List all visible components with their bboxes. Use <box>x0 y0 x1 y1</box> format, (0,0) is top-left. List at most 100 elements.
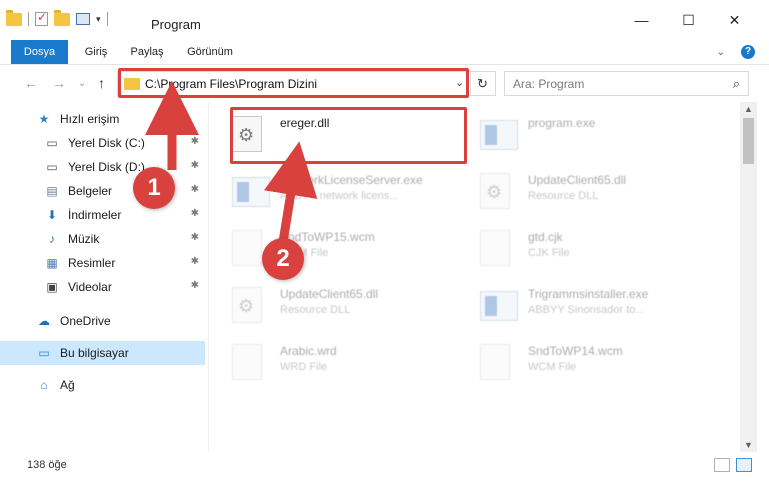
quick-access-toolbar: ▾ <box>6 9 108 26</box>
divider <box>28 12 29 26</box>
computer-icon: ▭ <box>38 346 50 360</box>
file-type: Resource DLL <box>528 190 599 202</box>
sidebar-item[interactable]: ▭ Bu bilgisayar <box>0 341 205 365</box>
sidebar-item[interactable]: ☁ OneDrive <box>0 309 205 333</box>
sidebar-item[interactable]: ▦ Resimler ✱ <box>0 251 205 275</box>
sidebar-item-label: Belgeler <box>68 184 113 198</box>
drive-icon: ▭ <box>46 136 58 150</box>
video-icon: ▣ <box>46 280 58 294</box>
pin-icon[interactable]: ✱ <box>191 256 199 267</box>
download-icon: ⬇ <box>46 208 58 222</box>
file-type: CJK File <box>528 247 570 259</box>
tab-home[interactable]: Giriş <box>76 40 116 64</box>
sidebar-item-label: Resimler <box>68 256 116 270</box>
help-icon[interactable]: ? <box>741 45 755 59</box>
file-name: UpdateClient65.dll <box>280 287 379 301</box>
document-file-icon <box>480 344 510 380</box>
exe-file-icon <box>480 291 518 321</box>
title-bar: ▾ Program — ☐ ✕ <box>0 0 769 40</box>
divider <box>106 12 108 26</box>
file-name: program.exe <box>528 116 596 130</box>
sidebar-item[interactable]: ⬇ İndirmeler ✱ <box>0 203 205 227</box>
file-name: Trigrammsinstaller.exe <box>528 287 649 301</box>
file-type: WCM File <box>528 361 577 373</box>
file-type: ABBYY network licens... <box>280 190 399 202</box>
folder-icon <box>6 9 22 26</box>
sidebar-item[interactable]: ▭ Yerel Disk (C:) ✱ <box>0 131 205 155</box>
tab-view[interactable]: Görünüm <box>180 40 240 64</box>
forward-button[interactable]: → <box>52 75 66 91</box>
file-type: ABBYY Sinonsador to... <box>528 304 645 316</box>
scroll-thumb[interactable] <box>743 118 754 164</box>
large-icons-view-icon[interactable] <box>736 458 752 472</box>
search-placeholder: Ara: Program <box>513 77 585 91</box>
search-icon[interactable]: ⌕ <box>733 76 740 92</box>
cloud-icon: ☁ <box>38 314 50 328</box>
refresh-button[interactable]: ↻ <box>470 72 494 95</box>
file-item[interactable]: Arabic.wrd WRD File <box>214 336 459 388</box>
file-item[interactable]: program.exe <box>462 108 707 160</box>
minimize-button[interactable]: — <box>619 0 664 40</box>
sidebar-item-label: Yerel Disk (D:) <box>68 160 145 174</box>
file-name: gtd.cjk <box>528 230 563 244</box>
exe-file-icon <box>480 120 518 150</box>
scroll-up-icon[interactable]: ▲ <box>744 104 753 114</box>
sidebar-item[interactable]: ♪ Müzik ✱ <box>0 227 205 251</box>
details-view-icon[interactable] <box>714 458 730 472</box>
search-input[interactable]: Ara: Program ⌕ <box>504 71 749 96</box>
tab-file[interactable]: Dosya <box>11 40 68 64</box>
sidebar-item[interactable]: ⌂ Ağ <box>0 373 205 397</box>
file-name: SndToWP14.wcm <box>528 344 623 358</box>
navigation-pane: ★ Hızlı erişim ▭ Yerel Disk (C:) ✱ ▭ Yerel Dis… <box>0 102 208 452</box>
address-highlight-box <box>118 68 469 98</box>
file-type: Resource DLL <box>280 304 351 316</box>
pin-icon[interactable]: ✱ <box>191 160 199 171</box>
sidebar-item-label: Ağ <box>60 378 75 392</box>
scroll-down-icon[interactable]: ▼ <box>744 440 753 450</box>
pin-icon[interactable]: ✱ <box>191 232 199 243</box>
dll-file-icon <box>232 287 262 323</box>
sidebar-item-label: Müzik <box>68 232 100 246</box>
sidebar-item-label: Hızlı erişim <box>60 112 120 126</box>
document-file-icon <box>232 344 262 380</box>
window-title: Program <box>151 17 201 32</box>
file-item[interactable]: gtd.cjk CJK File <box>462 222 707 274</box>
sidebar-item-label: İndirmeler <box>68 208 122 222</box>
close-button[interactable]: ✕ <box>712 0 757 40</box>
new-folder-icon[interactable] <box>54 9 70 26</box>
pin-icon[interactable]: ✱ <box>191 136 199 147</box>
up-button[interactable]: ↑ <box>98 75 105 91</box>
customize-icon[interactable] <box>76 13 90 25</box>
vertical-scrollbar[interactable]: ▲ ▼ <box>740 102 757 452</box>
drive-icon: ▭ <box>46 160 58 174</box>
quick-access-dropdown-icon[interactable]: ▾ <box>96 14 101 25</box>
ribbon-tabs: Dosya Giriş Paylaş Görünüm ⌄ ? <box>0 40 769 64</box>
file-highlight-box <box>230 107 467 164</box>
pin-icon[interactable]: ✱ <box>191 184 199 195</box>
file-item[interactable]: SndToWP14.wcm WCM File <box>462 336 707 388</box>
dll-file-icon <box>480 173 510 209</box>
back-button[interactable]: ← <box>24 75 38 91</box>
sidebar-item[interactable]: ★ Hızlı erişim <box>0 107 205 131</box>
sidebar-item[interactable]: ▣ Videolar ✱ <box>0 275 205 299</box>
sidebar-item[interactable]: ▭ Yerel Disk (D:) ✱ <box>0 155 205 179</box>
pin-icon[interactable]: ✱ <box>191 208 199 219</box>
maximize-button[interactable]: ☐ <box>666 0 711 40</box>
file-item[interactable]: UpdateClient65.dll Resource DLL <box>214 279 459 331</box>
file-name: Arabic.wrd <box>280 344 337 358</box>
recent-locations-button[interactable]: ⌄ <box>78 78 86 89</box>
properties-check-icon[interactable] <box>35 10 48 26</box>
document-file-icon <box>480 230 510 266</box>
file-item[interactable]: UpdateClient65.dll Resource DLL <box>462 165 707 217</box>
sidebar-item-label: Bu bilgisayar <box>60 346 129 360</box>
exe-file-icon <box>232 177 270 207</box>
file-item[interactable]: NetworkLicenseServer.exe ABBYY network li… <box>214 165 459 217</box>
music-icon: ♪ <box>49 232 55 246</box>
file-name: NetworkLicenseServer.exe <box>280 173 423 187</box>
file-item[interactable]: SndToWP15.wcm WCM File <box>214 222 459 274</box>
expand-ribbon-icon[interactable]: ⌄ <box>717 47 725 58</box>
pin-icon[interactable]: ✱ <box>191 280 199 291</box>
file-item[interactable]: Trigrammsinstaller.exe ABBYY Sinonsador t… <box>462 279 707 331</box>
document-file-icon <box>232 230 262 266</box>
tab-share[interactable]: Paylaş <box>124 40 170 64</box>
